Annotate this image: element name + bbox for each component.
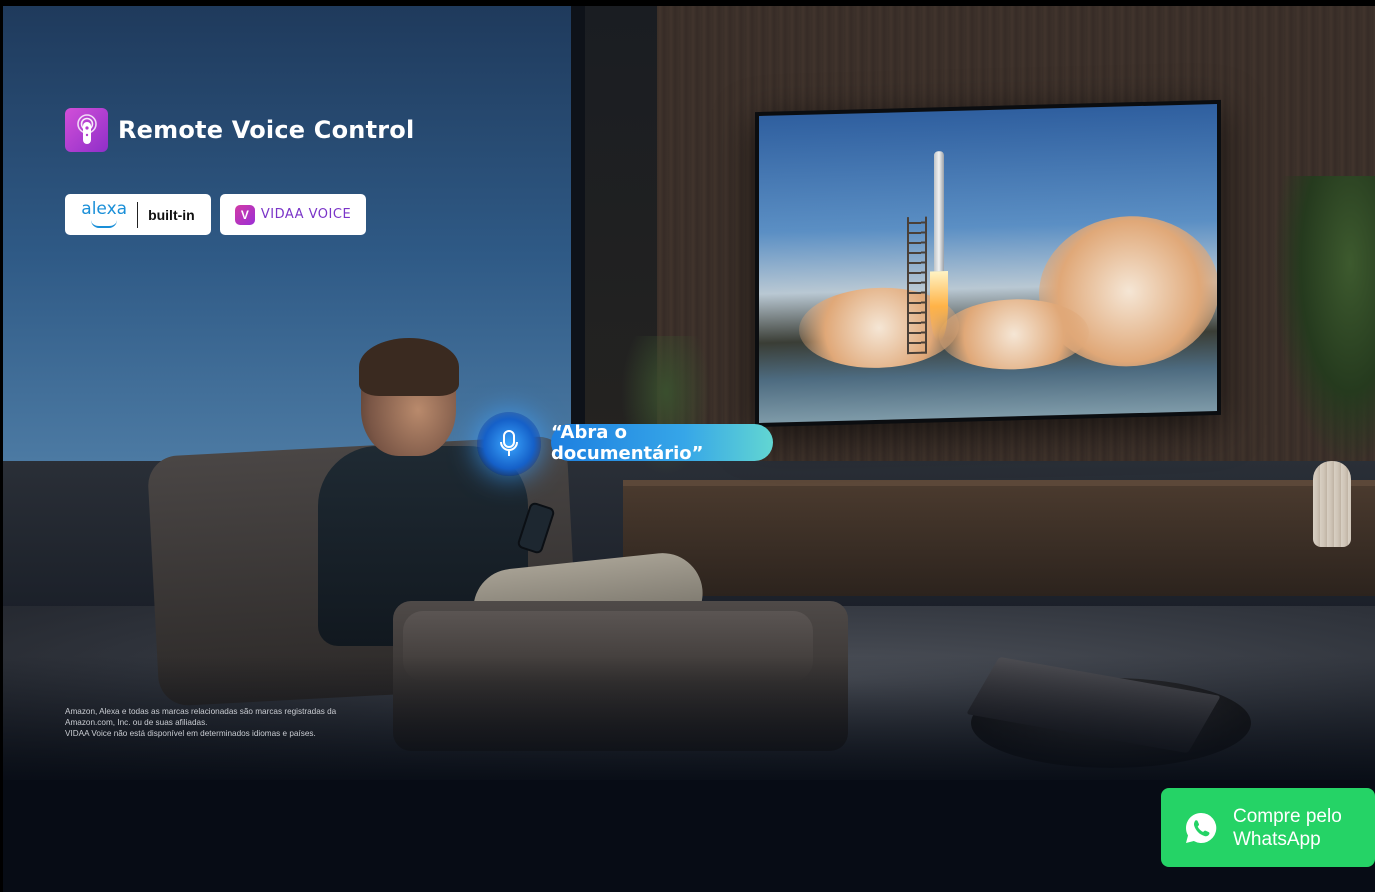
alexa-smile-icon <box>91 220 118 228</box>
rocket-flame <box>930 271 948 342</box>
tv-console <box>623 486 1375 596</box>
person-hair <box>359 338 459 396</box>
legal-disclaimer: Amazon, Alexa e todas as marcas relacion… <box>65 706 365 739</box>
voice-command-bubble: “Abra o documentário” <box>551 422 773 464</box>
built-in-label: built-in <box>148 206 195 223</box>
window-frame <box>571 6 585 466</box>
rocket <box>934 151 944 272</box>
whatsapp-button-label: Compre pelo WhatsApp <box>1233 805 1342 851</box>
vidaa-voice-label: VIDAA VOICE <box>260 207 352 222</box>
tv-screen-rocket-launch <box>759 104 1217 423</box>
launch-tower <box>907 216 927 355</box>
remote-voice-icon <box>65 108 108 152</box>
feature-heading: Remote Voice Control <box>65 108 414 152</box>
microphone-icon <box>477 412 541 476</box>
legal-line: Amazon.com, Inc. ou de suas afiliadas. <box>65 718 208 727</box>
alexa-built-in-badge: alexa built-in <box>65 194 211 235</box>
alexa-logo: alexa <box>81 201 127 228</box>
vase <box>1313 461 1351 547</box>
whatsapp-label-line2: WhatsApp <box>1233 828 1321 850</box>
whatsapp-icon <box>1185 812 1217 843</box>
whatsapp-buy-button[interactable]: Compre pelo WhatsApp <box>1161 788 1375 867</box>
feature-title: Remote Voice Control <box>118 116 415 144</box>
vidaa-voice-badge: V VIDAA VOICE <box>220 194 366 235</box>
alexa-word: alexa <box>81 199 128 219</box>
television <box>755 99 1221 428</box>
vidaa-logo-icon: V <box>234 204 255 225</box>
legal-line: VIDAA Voice não está disponível em deter… <box>65 729 316 738</box>
whatsapp-label-line1: Compre pelo <box>1233 805 1342 827</box>
legal-line: Amazon, Alexa e todas as marcas relacion… <box>65 707 337 716</box>
smoke-cloud <box>939 297 1089 372</box>
badge-divider <box>137 201 139 228</box>
plant-right <box>1273 176 1375 466</box>
